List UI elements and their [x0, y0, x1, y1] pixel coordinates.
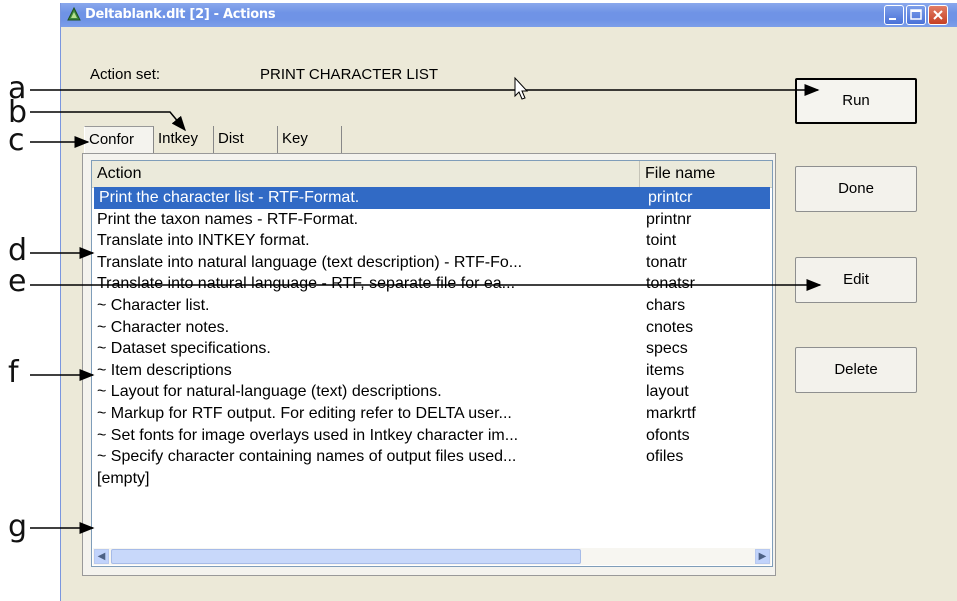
- callout-lines: [30, 76, 822, 534]
- callout-line-b: [30, 111, 186, 132]
- mouse-cursor-icon: [514, 76, 529, 100]
